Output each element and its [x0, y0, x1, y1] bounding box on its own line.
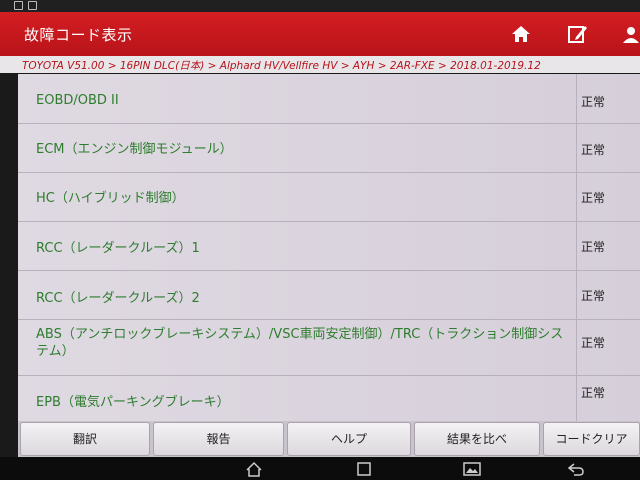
clear-codes-button[interactable]: コードクリア	[543, 422, 640, 456]
notification-icon	[14, 1, 23, 10]
system-name: RCC（レーダークルーズ）2	[36, 291, 200, 306]
system-name: EPB（電気パーキングブレーキ）	[36, 395, 230, 410]
system-name: RCC（レーダークルーズ）1	[36, 241, 200, 256]
status-text: 正常	[581, 386, 606, 400]
status-text: 正常	[581, 95, 606, 109]
system-name: ABS（アンチロックブレーキシステム）/VSC車両安定制御）/TRC（トラクショ…	[36, 327, 564, 359]
list-item[interactable]: HC（ハイブリッド制御） 正常	[18, 173, 640, 222]
system-name: EOBD/OBD II	[36, 93, 119, 108]
navigation-bar	[0, 457, 640, 480]
report-button[interactable]: 報告	[153, 422, 284, 456]
home-icon[interactable]	[244, 460, 264, 478]
list-item[interactable]: EOBD/OBD II 正常	[18, 74, 640, 124]
system-name: ECM（エンジン制御モジュール）	[36, 142, 233, 157]
user-icon[interactable]	[618, 22, 640, 46]
help-button[interactable]: ヘルプ	[287, 422, 411, 456]
screenshot-icon[interactable]	[462, 460, 482, 478]
app-header: 故障コード表示	[0, 12, 640, 56]
edit-icon[interactable]	[564, 22, 590, 46]
status-text: 正常	[581, 191, 606, 205]
divider	[576, 222, 577, 270]
divider	[576, 320, 577, 375]
list-item[interactable]: ABS（アンチロックブレーキシステム）/VSC車両安定制御）/TRC（トラクショ…	[18, 320, 640, 376]
divider	[576, 124, 577, 172]
home-icon[interactable]	[508, 22, 534, 46]
list-item[interactable]: ECM（エンジン制御モジュール） 正常	[18, 124, 640, 173]
divider	[576, 376, 577, 422]
back-icon[interactable]	[566, 460, 586, 478]
divider	[576, 271, 577, 319]
page-title: 故障コード表示	[24, 26, 133, 44]
recents-icon[interactable]	[354, 460, 374, 478]
list-item[interactable]: RCC（レーダークルーズ）2 正常	[18, 271, 640, 320]
status-text: 正常	[581, 240, 606, 254]
system-name: HC（ハイブリッド制御）	[36, 191, 185, 206]
breadcrumb: TOYOTA V51.00 > 16PIN DLC(日本) > Alphard …	[0, 56, 640, 73]
divider	[576, 173, 577, 221]
system-list: EOBD/OBD II 正常 ECM（エンジン制御モジュール） 正常 HC（ハイ…	[18, 74, 640, 422]
translate-button[interactable]: 翻訳	[20, 422, 150, 456]
status-bar	[0, 0, 640, 12]
action-bar: 翻訳 報告 ヘルプ 結果を比べ コードクリア	[18, 421, 640, 457]
list-item[interactable]: EPB（電気パーキングブレーキ） 正常	[18, 376, 640, 422]
status-text: 正常	[581, 336, 606, 350]
divider	[576, 74, 577, 123]
status-text: 正常	[581, 289, 606, 303]
status-text: 正常	[581, 143, 606, 157]
compare-results-button[interactable]: 結果を比べ	[414, 422, 540, 456]
notification-icon	[28, 1, 37, 10]
list-item[interactable]: RCC（レーダークルーズ）1 正常	[18, 222, 640, 271]
